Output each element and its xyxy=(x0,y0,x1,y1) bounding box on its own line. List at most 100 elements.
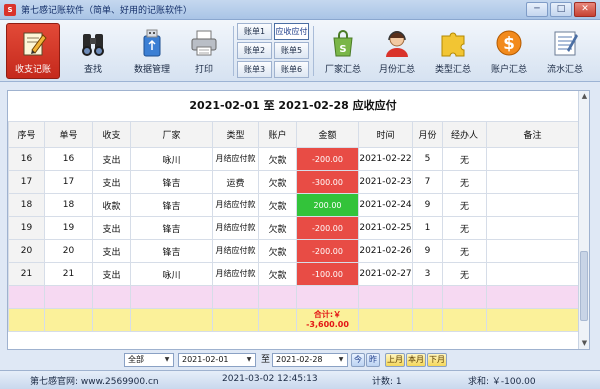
account-3-button[interactable]: 账单3 xyxy=(237,61,272,78)
row-time: 2021-02-23 xyxy=(358,170,413,194)
row-account: 欠款 xyxy=(258,147,297,171)
period-title: 2021-02-01 至 2021-02-28 应收应付 xyxy=(189,99,397,112)
this-month-button[interactable]: 本月 xyxy=(406,353,426,367)
person-headset-icon xyxy=(381,28,413,58)
column-header[interactable]: 序号 xyxy=(8,121,45,148)
row-amount: 200.00 xyxy=(296,193,359,217)
row-note xyxy=(486,147,579,171)
row-direction: 支出 xyxy=(92,239,131,263)
row-handler: 无 xyxy=(442,147,487,171)
month-summary-button[interactable]: 月份汇总 xyxy=(372,23,422,79)
row-type: 月结应付款 xyxy=(212,216,259,240)
shopping-bag-icon: S xyxy=(327,28,359,58)
column-header[interactable]: 单号 xyxy=(44,121,93,148)
row-month: 7 xyxy=(412,170,443,194)
new-entry-row[interactable] xyxy=(8,285,579,309)
maximize-icon[interactable]: □ xyxy=(550,2,572,17)
vertical-scrollbar[interactable]: ▲ ▼ xyxy=(578,91,589,349)
scroll-up-icon[interactable]: ▲ xyxy=(579,91,590,102)
row-number: 17 xyxy=(44,170,93,194)
row-handler: 无 xyxy=(442,262,487,286)
row-note xyxy=(486,170,579,194)
end-date-picker[interactable]: 2021-02-28 ▼ xyxy=(272,353,348,367)
column-header[interactable]: 时间 xyxy=(358,121,413,148)
row-amount: -200.00 xyxy=(296,239,359,263)
table-row[interactable]: 16 16 支出 咏川 月结应付款 欠款 -200.00 2021-02-22 … xyxy=(8,147,579,171)
column-header[interactable]: 金额 xyxy=(296,121,359,148)
print-button[interactable]: 打印 xyxy=(180,23,228,79)
close-icon[interactable]: ✕ xyxy=(574,2,596,17)
data-management-button[interactable]: 数据管理 xyxy=(124,23,180,79)
filter-bar: 全部 ▼ 2021-02-01 ▼ 至 2021-02-28 ▼ 今 昨 上月 … xyxy=(0,351,600,368)
row-note xyxy=(486,239,579,263)
account-6-button[interactable]: 账单6 xyxy=(274,61,309,78)
type-summary-button[interactable]: 类型汇总 xyxy=(426,23,480,79)
account-selector: 账单1 应收应付 账单2 账单5 账单3 账单6 xyxy=(237,23,309,79)
today-button[interactable]: 今 xyxy=(351,353,365,367)
table-row[interactable]: 20 20 支出 锋吉 月结应付款 欠款 -200.00 2021-02-26 … xyxy=(8,239,579,263)
column-header[interactable]: 月份 xyxy=(412,121,443,148)
minimize-icon[interactable]: ─ xyxy=(526,2,548,17)
column-header[interactable]: 类型 xyxy=(212,121,259,148)
scroll-down-icon[interactable]: ▼ xyxy=(579,338,590,349)
flow-summary-label: 流水汇总 xyxy=(546,65,583,75)
row-month: 1 xyxy=(412,216,443,240)
app-logo-icon: S xyxy=(4,3,16,16)
row-handler: 无 xyxy=(442,170,487,194)
search-label: 查找 xyxy=(83,65,102,75)
account-1-button[interactable]: 账单1 xyxy=(237,23,272,40)
bookkeeping-button[interactable]: 收支记账 xyxy=(6,23,60,79)
account-5-button[interactable]: 账单5 xyxy=(274,42,309,59)
yesterday-button[interactable]: 昨 xyxy=(366,353,380,367)
row-vendor: 锋吉 xyxy=(130,193,213,217)
flow-summary-button[interactable]: 流水汇总 xyxy=(538,23,592,79)
column-header[interactable]: 账户 xyxy=(258,121,297,148)
website-link[interactable]: 第七感官网: www.2569900.cn xyxy=(30,374,159,387)
scroll-thumb[interactable] xyxy=(580,251,588,321)
svg-text:S: S xyxy=(339,44,346,55)
row-number: 18 xyxy=(44,193,93,217)
row-seq: 17 xyxy=(8,170,45,194)
row-seq: 21 xyxy=(8,262,45,286)
window-controls: ─ □ ✕ xyxy=(526,2,596,17)
column-header[interactable]: 收支 xyxy=(92,121,131,148)
row-number: 20 xyxy=(44,239,93,263)
account-summary-button[interactable]: $ 账户汇总 xyxy=(482,23,536,79)
row-seq: 16 xyxy=(8,147,45,171)
next-month-button[interactable]: 下月 xyxy=(427,353,447,367)
column-header[interactable]: 备注 xyxy=(486,121,579,148)
row-month: 9 xyxy=(412,193,443,217)
data-management-label: 数据管理 xyxy=(133,65,170,75)
row-vendor: 锋吉 xyxy=(130,170,213,194)
start-date-value: 2021-02-01 xyxy=(182,355,229,364)
column-header[interactable]: 厂家 xyxy=(130,121,213,148)
row-type: 运费 xyxy=(212,170,259,194)
row-number: 19 xyxy=(44,216,93,240)
row-month: 5 xyxy=(412,147,443,171)
row-type: 月结应付款 xyxy=(212,262,259,286)
row-account: 欠款 xyxy=(258,170,297,194)
search-button[interactable]: 查找 xyxy=(66,23,120,79)
usb-drive-icon xyxy=(136,28,168,58)
total-label: 合计:￥ xyxy=(313,310,342,319)
row-time: 2021-02-26 xyxy=(358,239,413,263)
row-vendor: 咏川 xyxy=(130,262,213,286)
current-datetime: 2021-03-02 12:45:13 xyxy=(222,374,318,384)
table-row[interactable]: 17 17 支出 锋吉 运费 欠款 -300.00 2021-02-23 7 无 xyxy=(8,170,579,194)
account-2-button[interactable]: 账单2 xyxy=(237,42,272,59)
column-header[interactable]: 经办人 xyxy=(442,121,487,148)
vendor-summary-button[interactable]: S 厂家汇总 xyxy=(318,23,368,79)
main-toolbar: 收支记账 查找 数据管理 打印 账单1 应收应付 账单2 账单5 账单3 账单6… xyxy=(0,20,600,82)
start-date-picker[interactable]: 2021-02-01 ▼ xyxy=(178,353,256,367)
total-amount: 合计:￥ -3,600.00 xyxy=(296,308,359,332)
svg-text:$: $ xyxy=(503,34,515,54)
chevron-down-icon: ▼ xyxy=(164,356,170,363)
category-select[interactable]: 全部 ▼ xyxy=(124,353,174,367)
table-row[interactable]: 19 19 支出 锋吉 月结应付款 欠款 -200.00 2021-02-25 … xyxy=(8,216,579,240)
prev-month-button[interactable]: 上月 xyxy=(385,353,405,367)
table-row[interactable]: 18 18 收款 锋吉 月结应付款 欠款 200.00 2021-02-24 9… xyxy=(8,193,579,217)
selection-sum: 求和: ￥-100.00 xyxy=(468,377,536,387)
table-row[interactable]: 21 21 支出 咏川 月结应付款 欠款 -100.00 2021-02-27 … xyxy=(8,262,579,286)
row-handler: 无 xyxy=(442,193,487,217)
account-receivable-payable-button[interactable]: 应收应付 xyxy=(274,23,309,40)
